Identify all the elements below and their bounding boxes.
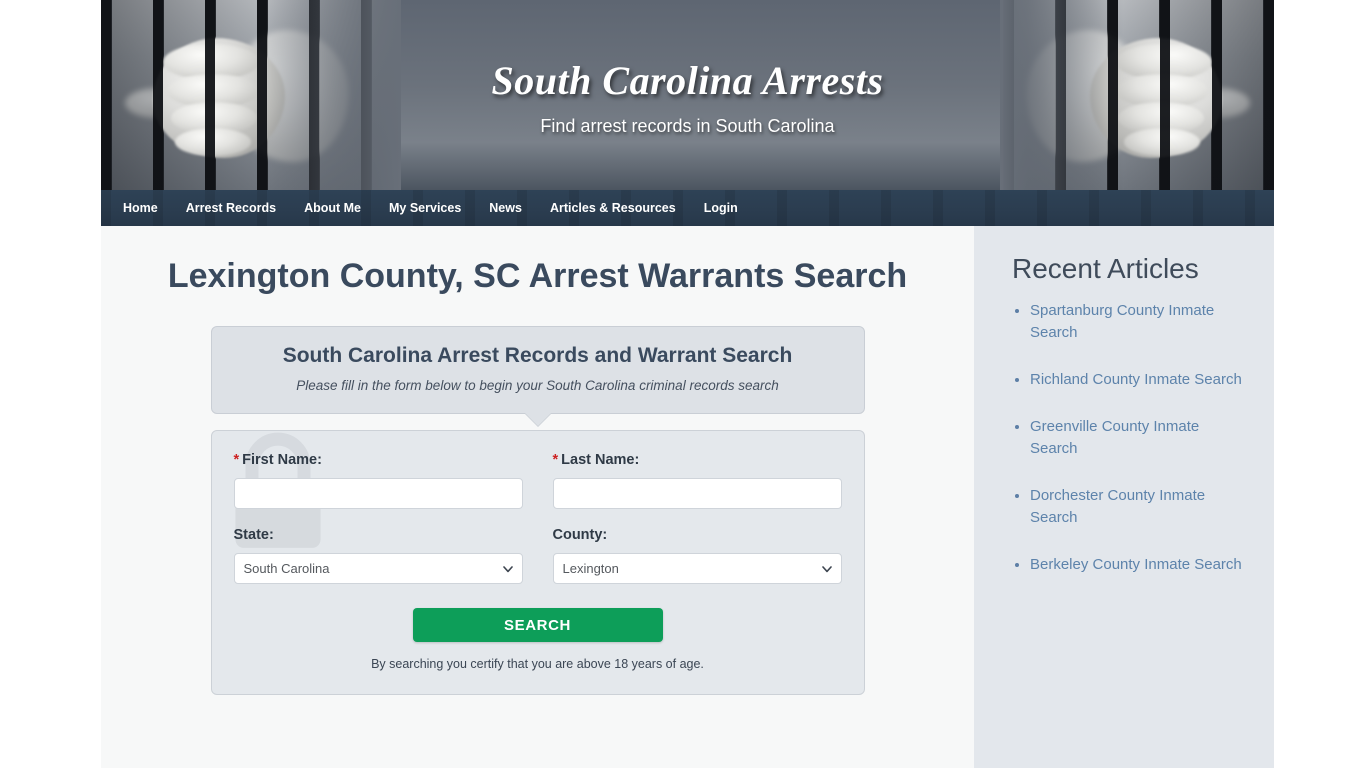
nav-item-login[interactable]: Login [690, 190, 752, 226]
name-field-row: * First Name: * Last Name: [233, 451, 842, 509]
state-field-group: State: South Carolina [233, 526, 523, 584]
list-item: Dorchester County Inmate Search [1030, 485, 1244, 529]
recent-articles-list: Spartanburg County Inmate Search Richlan… [1012, 300, 1244, 576]
list-item: Richland County Inmate Search [1030, 369, 1244, 391]
main-navigation: Home Arrest Records About Me My Services… [101, 190, 1274, 226]
nav-item-about-me[interactable]: About Me [290, 190, 375, 226]
site-title: South Carolina Arrests [491, 58, 884, 103]
first-name-label-text: First Name: [242, 452, 322, 468]
arrest-search-widget: South Carolina Arrest Records and Warran… [210, 326, 865, 695]
sidebar-link-dorchester[interactable]: Dorchester County Inmate Search [1030, 487, 1205, 526]
first-name-label: * First Name: [234, 451, 523, 469]
nav-item-news[interactable]: News [475, 190, 536, 226]
site-banner: South Carolina Arrests Find arrest recor… [101, 0, 1274, 190]
sidebar-link-spartanburg[interactable]: Spartanburg County Inmate Search [1030, 302, 1214, 341]
age-disclaimer: By searching you certify that you are ab… [371, 657, 704, 671]
sidebar-link-berkeley[interactable]: Berkeley County Inmate Search [1030, 556, 1242, 573]
list-item: Greenville County Inmate Search [1030, 416, 1244, 460]
sidebar-heading: Recent Articles [1012, 253, 1199, 284]
list-item: Berkeley County Inmate Search [1030, 554, 1244, 576]
last-name-input[interactable] [552, 478, 842, 509]
sidebar-link-greenville[interactable]: Greenville County Inmate Search [1030, 418, 1199, 457]
arrest-search-form: * First Name: * Last Name: State: South … [210, 430, 865, 695]
last-name-label-text: Last Name: [561, 452, 640, 468]
search-button[interactable]: SEARCH [412, 608, 663, 642]
search-widget-header: South Carolina Arrest Records and Warran… [210, 326, 865, 426]
nav-item-arrest-records[interactable]: Arrest Records [172, 190, 290, 226]
page-title: Lexington County, SC Arrest Warrants Sea… [167, 257, 908, 295]
site-tagline: Find arrest records in South Carolina [540, 116, 835, 136]
last-name-label: * Last Name: [553, 451, 842, 469]
search-button-row: SEARCH [234, 608, 842, 642]
sidebar: Recent Articles Spartanburg County Inmat… [974, 226, 1274, 768]
required-marker: * [552, 452, 559, 468]
nav-item-articles-resources[interactable]: Articles & Resources [536, 190, 690, 226]
state-select[interactable]: South Carolina [233, 553, 523, 584]
search-widget-heading: South Carolina Arrest Records and Warran… [282, 344, 793, 367]
nav-item-my-services[interactable]: My Services [375, 190, 475, 226]
nav-item-home[interactable]: Home [109, 190, 172, 226]
site-container: South Carolina Arrests Find arrest recor… [101, 0, 1274, 768]
first-name-input[interactable] [233, 478, 523, 509]
state-label: State: [233, 527, 274, 543]
county-label: County: [552, 527, 608, 543]
content-columns: Lexington County, SC Arrest Warrants Sea… [101, 226, 1274, 768]
county-select-wrapper: Lexington [552, 553, 842, 584]
sidebar-link-richland[interactable]: Richland County Inmate Search [1030, 371, 1242, 388]
county-field-group: County: Lexington [552, 526, 842, 584]
list-item: Spartanburg County Inmate Search [1030, 300, 1244, 344]
speech-bubble-tail [524, 413, 551, 426]
last-name-field-group: * Last Name: [552, 451, 842, 509]
location-field-row: State: South Carolina County: Lexington [233, 526, 842, 584]
first-name-field-group: * First Name: [233, 451, 523, 509]
banner-text-block: South Carolina Arrests Find arrest recor… [101, 0, 1274, 137]
state-select-wrapper: South Carolina [233, 553, 523, 584]
county-select[interactable]: Lexington [552, 553, 842, 584]
page-root: South Carolina Arrests Find arrest recor… [0, 0, 1366, 768]
search-widget-subheading: Please fill in the form below to begin y… [296, 378, 779, 393]
main-content: Lexington County, SC Arrest Warrants Sea… [101, 226, 974, 768]
required-marker: * [233, 452, 240, 468]
